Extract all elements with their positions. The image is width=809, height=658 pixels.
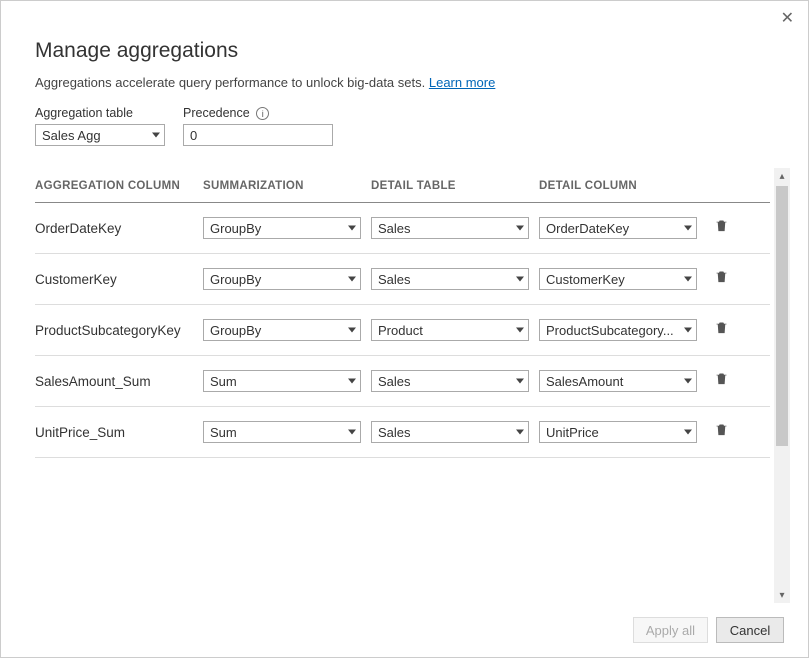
summarization-select[interactable]: Sum — [203, 370, 361, 392]
table-row: SalesAmount_Sum Sum Sales SalesAmount — [35, 356, 770, 407]
trash-icon — [714, 371, 729, 391]
dialog-footer: Apply all Cancel — [1, 603, 808, 657]
detail-column-select[interactable]: CustomerKey — [539, 268, 697, 290]
table-row: OrderDateKey GroupBy Sales OrderDateKey — [35, 203, 770, 254]
precedence-input[interactable]: 0 — [183, 124, 333, 146]
chevron-down-icon — [684, 277, 692, 282]
aggregation-table-value: Sales Agg — [42, 128, 101, 143]
precedence-label: Precedence i — [183, 106, 333, 120]
chevron-down-icon — [348, 277, 356, 282]
chevron-down-icon — [516, 379, 524, 384]
aggregation-table-select[interactable]: Sales Agg — [35, 124, 165, 146]
summarization-select[interactable]: GroupBy — [203, 268, 361, 290]
trash-icon — [714, 320, 729, 340]
header-detail-table: DETAIL TABLE — [371, 180, 539, 192]
detail-table-value: Sales — [378, 425, 411, 440]
detail-table-select[interactable]: Product — [371, 319, 529, 341]
summarization-value: GroupBy — [210, 272, 261, 287]
detail-table-select[interactable]: Sales — [371, 268, 529, 290]
header-summarization: SUMMARIZATION — [203, 180, 371, 192]
detail-table-select[interactable]: Sales — [371, 217, 529, 239]
detail-column-value: ProductSubcategory... — [546, 323, 674, 338]
summarization-value: GroupBy — [210, 221, 261, 236]
table-row: ProductSubcategoryKey GroupBy Product Produ… — [35, 305, 770, 356]
detail-column-value: OrderDateKey — [546, 221, 629, 236]
delete-row-button[interactable] — [707, 218, 735, 238]
dialog-content: Manage aggregations Aggregations acceler… — [1, 1, 808, 168]
summarization-value: Sum — [210, 425, 237, 440]
detail-column-select[interactable]: ProductSubcategory... — [539, 319, 697, 341]
aggregation-column-cell: OrderDateKey — [35, 221, 203, 236]
aggregation-column-cell: UnitPrice_Sum — [35, 425, 203, 440]
aggregation-table-label: Aggregation table — [35, 106, 165, 120]
trash-icon — [714, 269, 729, 289]
table-body: OrderDateKey GroupBy Sales OrderDateKey Cust… — [35, 203, 770, 458]
aggregations-table: AGGREGATION COLUMN SUMMARIZATION DETAIL … — [35, 168, 770, 458]
chevron-down-icon — [348, 226, 356, 231]
chevron-down-icon — [684, 430, 692, 435]
close-icon[interactable]: ✕ — [781, 11, 794, 27]
aggregation-column-cell: SalesAmount_Sum — [35, 374, 203, 389]
detail-column-select[interactable]: OrderDateKey — [539, 217, 697, 239]
cancel-button[interactable]: Cancel — [716, 617, 784, 643]
header-aggregation-column: AGGREGATION COLUMN — [35, 180, 203, 192]
info-icon[interactable]: i — [256, 107, 269, 120]
delete-row-button[interactable] — [707, 422, 735, 442]
apply-all-button[interactable]: Apply all — [633, 617, 708, 643]
scroll-down-icon[interactable]: ▾ — [774, 587, 790, 603]
aggregation-column-cell: CustomerKey — [35, 272, 203, 287]
chevron-down-icon — [684, 379, 692, 384]
aggregation-table-field: Aggregation table Sales Agg — [35, 106, 165, 146]
chevron-down-icon — [684, 226, 692, 231]
dialog-description: Aggregations accelerate query performanc… — [35, 75, 774, 90]
detail-column-value: UnitPrice — [546, 425, 599, 440]
chevron-down-icon — [516, 277, 524, 282]
delete-row-button[interactable] — [707, 320, 735, 340]
detail-column-value: SalesAmount — [546, 374, 623, 389]
scrollbar[interactable]: ▴ ▾ — [774, 168, 790, 603]
precedence-value: 0 — [190, 128, 197, 143]
detail-column-select[interactable]: UnitPrice — [539, 421, 697, 443]
learn-more-link[interactable]: Learn more — [429, 75, 495, 90]
summarization-select[interactable]: Sum — [203, 421, 361, 443]
manage-aggregations-dialog: ✕ Manage aggregations Aggregations accel… — [0, 0, 809, 658]
chevron-down-icon — [516, 430, 524, 435]
summarization-value: Sum — [210, 374, 237, 389]
precedence-label-text: Precedence — [183, 106, 250, 120]
chevron-down-icon — [348, 379, 356, 384]
table-row: CustomerKey GroupBy Sales CustomerKey — [35, 254, 770, 305]
summarization-select[interactable]: GroupBy — [203, 319, 361, 341]
detail-table-value: Sales — [378, 374, 411, 389]
summarization-value: GroupBy — [210, 323, 261, 338]
detail-table-value: Sales — [378, 272, 411, 287]
header-detail-column: DETAIL COLUMN — [539, 180, 707, 192]
detail-table-value: Sales — [378, 221, 411, 236]
trash-icon — [714, 218, 729, 238]
chevron-down-icon — [516, 328, 524, 333]
chevron-down-icon — [348, 328, 356, 333]
trash-icon — [714, 422, 729, 442]
aggregation-column-cell: ProductSubcategoryKey — [35, 323, 203, 338]
dialog-title: Manage aggregations — [35, 39, 774, 63]
detail-column-value: CustomerKey — [546, 272, 625, 287]
chevron-down-icon — [684, 328, 692, 333]
description-text: Aggregations accelerate query performanc… — [35, 75, 425, 90]
scrollbar-thumb[interactable] — [776, 186, 788, 446]
detail-table-value: Product — [378, 323, 423, 338]
table-row: UnitPrice_Sum Sum Sales UnitPrice — [35, 407, 770, 458]
delete-row-button[interactable] — [707, 269, 735, 289]
precedence-field: Precedence i 0 — [183, 106, 333, 146]
detail-table-select[interactable]: Sales — [371, 370, 529, 392]
detail-table-select[interactable]: Sales — [371, 421, 529, 443]
top-fields: Aggregation table Sales Agg Precedence i… — [35, 106, 774, 146]
detail-column-select[interactable]: SalesAmount — [539, 370, 697, 392]
chevron-down-icon — [152, 133, 160, 138]
summarization-select[interactable]: GroupBy — [203, 217, 361, 239]
scroll-up-icon[interactable]: ▴ — [774, 168, 790, 184]
chevron-down-icon — [348, 430, 356, 435]
table-header: AGGREGATION COLUMN SUMMARIZATION DETAIL … — [35, 168, 770, 203]
delete-row-button[interactable] — [707, 371, 735, 391]
aggregations-scroll-area: AGGREGATION COLUMN SUMMARIZATION DETAIL … — [35, 168, 790, 603]
chevron-down-icon — [516, 226, 524, 231]
